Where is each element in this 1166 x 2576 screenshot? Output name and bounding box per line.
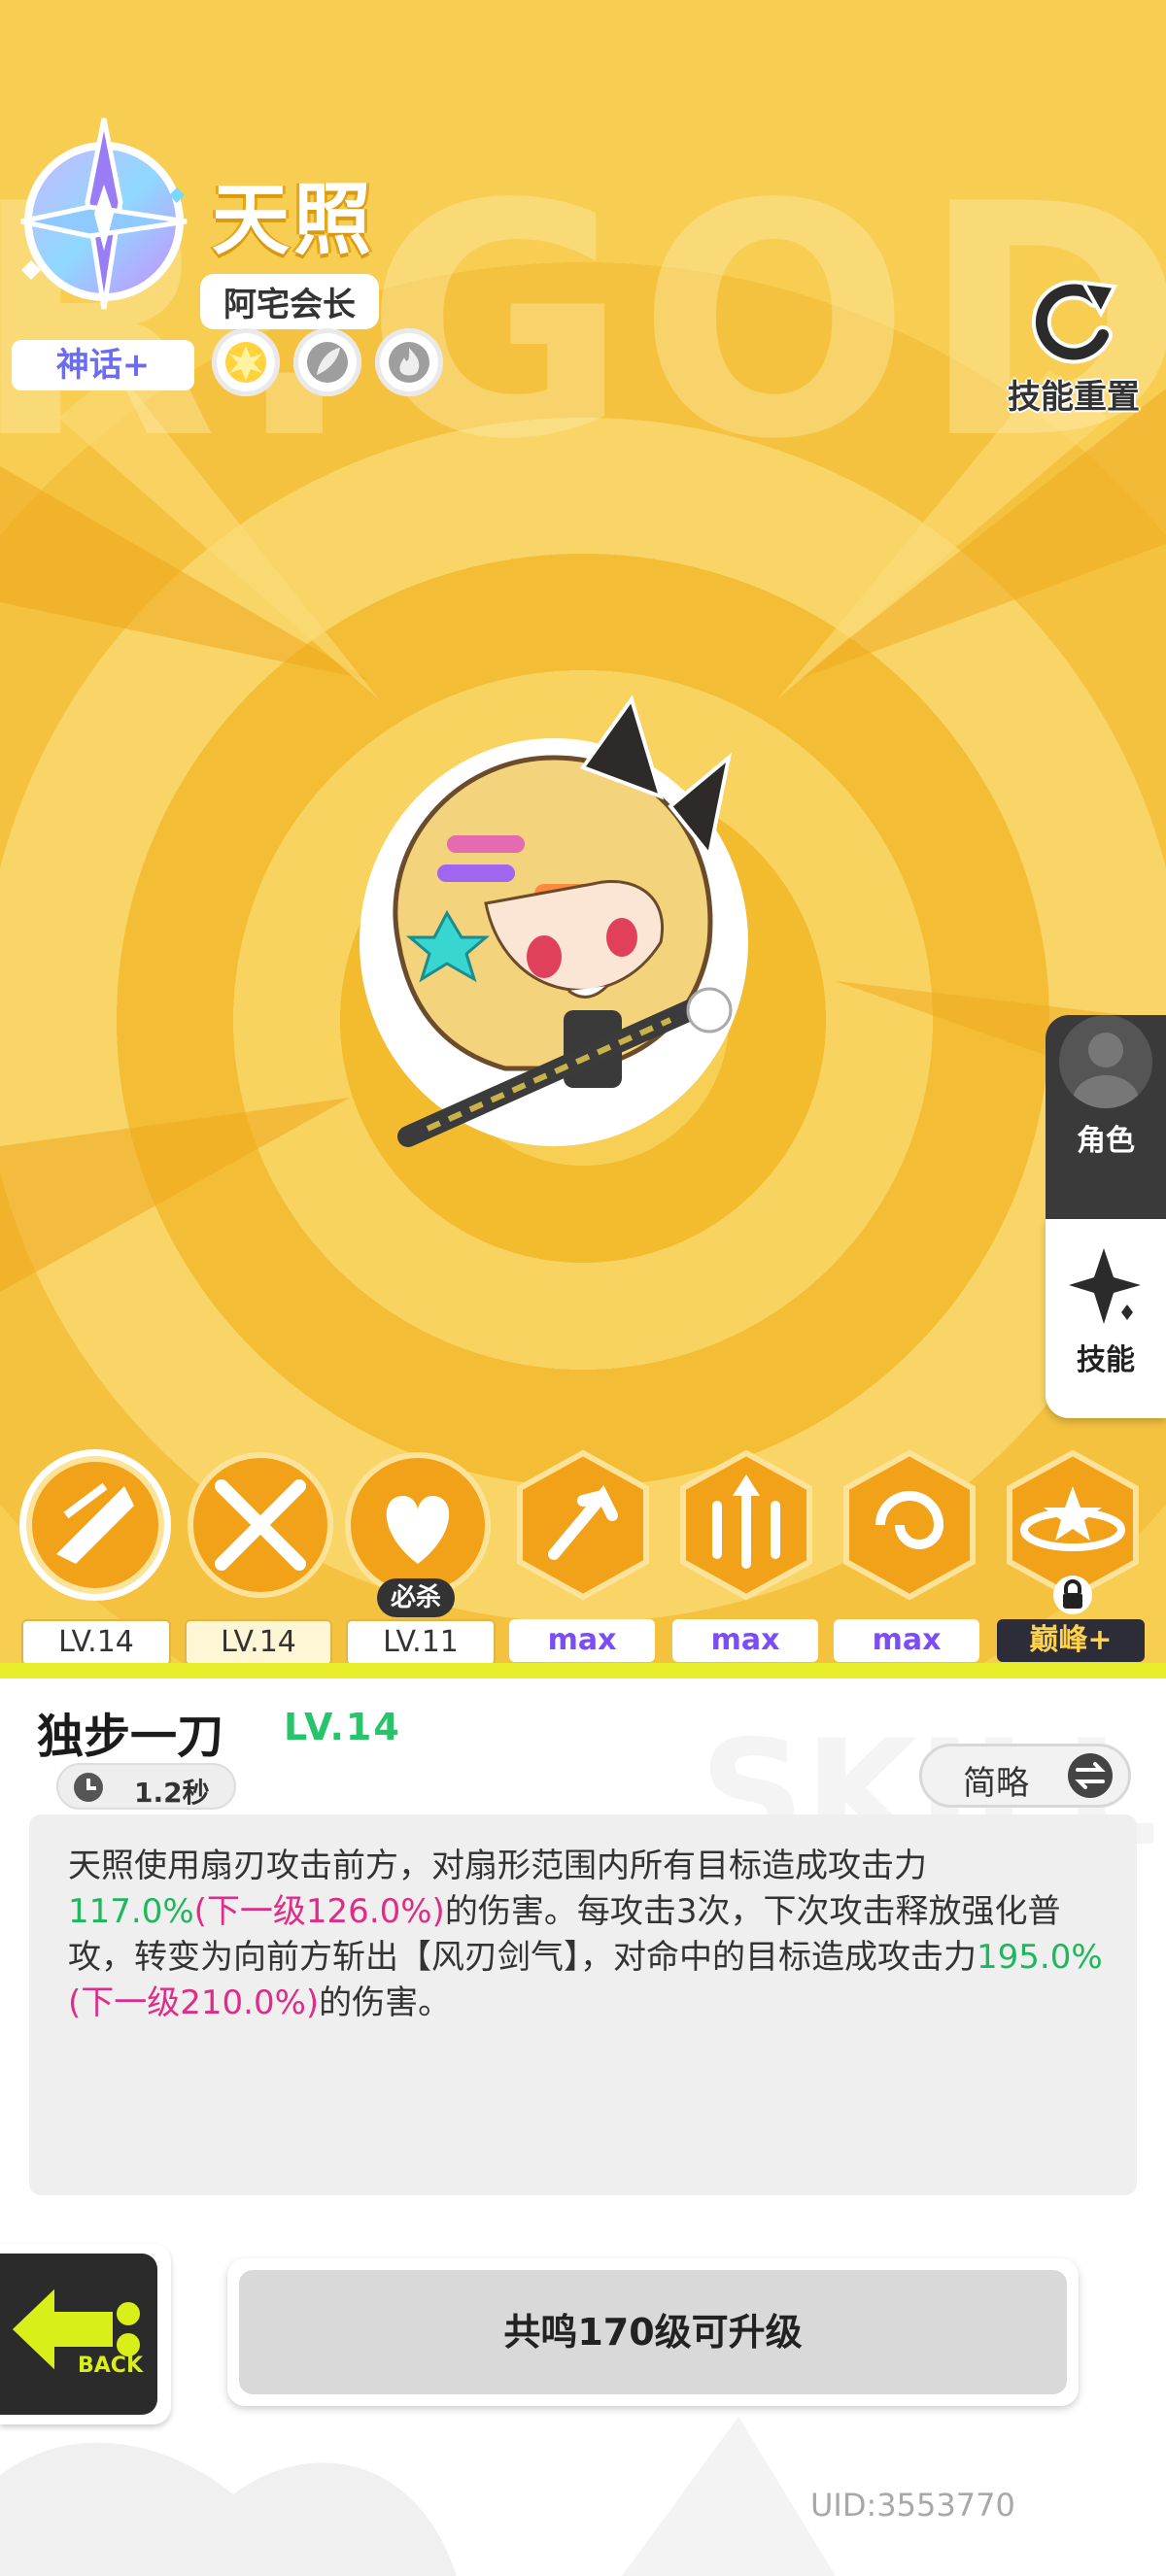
back-label: BACK xyxy=(78,2354,144,2378)
skill-level-tag: LV.11 xyxy=(346,1619,496,1666)
skill-level-tag: LV.14 xyxy=(185,1619,332,1666)
tab-role[interactable]: 角色 xyxy=(1046,1015,1166,1219)
tab-skill[interactable]: 技能 xyxy=(1046,1219,1166,1418)
next-level-value: (下一级210.0%) xyxy=(68,1983,320,2022)
sparkle-icon xyxy=(1069,1248,1141,1324)
tab-role-label: 角色 xyxy=(1077,1124,1135,1158)
screen: { "hero": { "name": "天照", "title": "阿宅会长… xyxy=(0,0,1166,2576)
skills-row: 必杀 LV.14 LV.14 LV.11 max max max 巅峰+ xyxy=(0,1447,1166,1671)
skill-max-tag: max xyxy=(509,1619,655,1662)
feather-icon[interactable] xyxy=(293,328,361,396)
avatar-icon xyxy=(1059,1015,1152,1108)
hero-title-badge: 阿宅会长 xyxy=(200,274,379,329)
ultimate-badge: 必杀 xyxy=(377,1578,456,1617)
upgrade-label: 共鸣170级可升级 xyxy=(503,2311,803,2354)
arrow-burst-icon[interactable] xyxy=(505,1447,661,1603)
crossed-blades-icon[interactable] xyxy=(183,1447,338,1603)
tab-skill-label: 技能 xyxy=(1077,1343,1135,1377)
damage-value: 117.0% xyxy=(68,1892,194,1931)
back-arrow-icon: BACK xyxy=(7,2280,144,2379)
lock-icon xyxy=(1053,1576,1092,1614)
cooldown-value: 1.2秒 xyxy=(134,1777,210,1809)
description-box: 天照使用扇刃攻击前方，对扇形范围内所有目标造成攻击力 117.0%(下一级126.… xyxy=(29,1814,1137,2195)
back-button-face: BACK xyxy=(0,2254,157,2415)
triple-arrow-icon[interactable] xyxy=(669,1447,824,1603)
fire-icon[interactable] xyxy=(375,328,443,396)
burst-icon[interactable] xyxy=(212,328,280,396)
cooldown-badge: 1.2秒 xyxy=(56,1763,236,1810)
damage-value: 195.0% xyxy=(977,1938,1103,1977)
upgrade-button[interactable]: 共鸣170级可升级 xyxy=(227,2258,1079,2406)
upgrade-button-face: 共鸣170级可升级 xyxy=(239,2270,1067,2394)
desc-text: 的伤害。 xyxy=(319,1983,452,2022)
brief-label: 简略 xyxy=(963,1764,1029,1803)
skill-reset-button[interactable]: 技能重置 xyxy=(1001,277,1147,417)
fan-slash-icon[interactable] xyxy=(17,1447,173,1603)
skill-max-tag: max xyxy=(834,1619,979,1662)
skill-peak-tag: 巅峰+ xyxy=(997,1619,1145,1662)
clock-icon xyxy=(74,1773,103,1802)
back-button[interactable]: BACK xyxy=(0,2244,171,2424)
swirl-icon[interactable] xyxy=(832,1447,987,1603)
skill-name: 独步一刀 xyxy=(37,1710,224,1764)
reset-label: 技能重置 xyxy=(1008,378,1140,417)
character-sprite xyxy=(360,695,748,1147)
user-id: UID:3553770 xyxy=(810,2487,1015,2524)
skill-level-tag: LV.14 xyxy=(21,1619,171,1666)
skill-description: 天照使用扇刃攻击前方，对扇形范围内所有目标造成攻击力 117.0%(下一级126.… xyxy=(68,1844,1108,2026)
rarity-badge: 神话+ xyxy=(12,340,194,390)
reset-icon xyxy=(1031,280,1118,364)
brief-toggle-button[interactable]: 简略 xyxy=(919,1744,1131,1808)
hero-name: 天照 xyxy=(212,175,375,265)
side-tabs: 角色 技能 xyxy=(1046,986,1166,1418)
next-level-value: (下一级126.0%) xyxy=(193,1892,445,1931)
skill-max-tag: max xyxy=(672,1619,818,1662)
rank-emblem-icon xyxy=(20,118,188,310)
desc-text: 天照使用扇刃攻击前方，对扇形范围内所有目标造成攻击力 xyxy=(68,1847,927,1885)
skill-level: LV.14 xyxy=(284,1706,401,1748)
swap-icon xyxy=(1068,1753,1113,1798)
